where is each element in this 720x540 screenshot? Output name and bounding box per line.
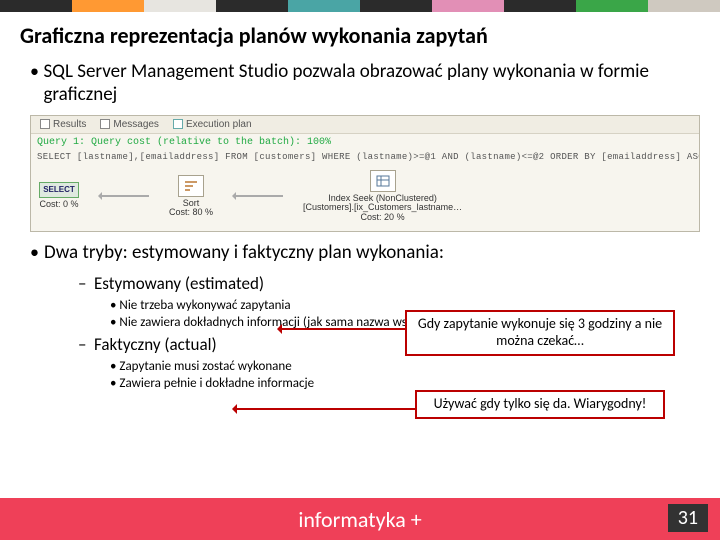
sub-actual-points: Zapytanie musi zostać wykonane Zawiera p… (78, 359, 700, 391)
callout-estimated: Gdy zapytanie wykonuje się 3 godziny a n… (405, 310, 675, 356)
arrow-red-icon (235, 408, 415, 410)
op-select: SELECT Cost: 0 % (39, 182, 79, 210)
callout-actual-text: Używać gdy tylko się da. Wiarygodny! (434, 395, 647, 412)
callout-estimated-text: Gdy zapytanie wykonuje się 3 godziny a n… (418, 315, 662, 349)
tab-messages-label: Messages (113, 119, 159, 130)
tab-plan-label: Execution plan (186, 119, 252, 130)
message-icon (100, 119, 110, 129)
arrow-icon (99, 195, 149, 197)
bullet-intro: • SQL Server Management Studio pozwala o… (30, 61, 700, 107)
tab-results-label: Results (53, 119, 86, 130)
op-select-cost: Cost: 0 % (39, 200, 78, 210)
select-icon: SELECT (39, 182, 79, 198)
sort-icon (178, 175, 204, 197)
arrow-red-icon (280, 328, 405, 330)
grid-icon (40, 119, 50, 129)
op-seek-cost: Cost: 20 % (361, 213, 405, 223)
sub-estimated: – Estymowany (estimated) (78, 273, 700, 294)
page-number: 31 (668, 504, 708, 532)
plan-icon (173, 119, 183, 129)
query-cost-line: Query 1: Query cost (relative to the bat… (31, 134, 699, 151)
tab-results: Results (35, 118, 91, 131)
query-sql: SELECT [lastname],[emailaddress] FROM [c… (31, 151, 699, 166)
ssms-screenshot: Results Messages Execution plan Query 1:… (30, 115, 700, 233)
bullet-intro-text: SQL Server Management Studio pozwala obr… (43, 61, 700, 107)
execution-plan-graph: SELECT Cost: 0 % Sort Cost: 80 % Index S… (31, 166, 699, 232)
sub-actual-label: Faktyczny (actual) (94, 334, 217, 355)
op-index-seek: Index Seek (NonClustered) [Customers].[i… (303, 170, 462, 224)
act-p1: Zapytanie musi zostać wykonane (110, 359, 700, 374)
op-sort-cost: Cost: 80 % (169, 208, 213, 218)
arrow-icon (233, 195, 283, 197)
op-sort: Sort Cost: 80 % (169, 175, 213, 219)
bullet-modes-text: Dwa tryby: estymowany i faktyczny plan w… (44, 242, 444, 265)
act-p2: Zawiera pełnie i dokładne informacje (110, 376, 700, 391)
tab-execution-plan: Execution plan (168, 118, 257, 131)
decorative-stripe (0, 0, 720, 12)
footer-brand: informatyka + (298, 506, 421, 533)
index-seek-icon (370, 170, 396, 192)
tab-messages: Messages (95, 118, 164, 131)
bullet-modes: • Dwa tryby: estymowany i faktyczny plan… (30, 242, 700, 265)
sub-estimated-label: Estymowany (estimated) (94, 273, 264, 294)
ssms-tabs: Results Messages Execution plan (31, 116, 699, 134)
callout-actual: Używać gdy tylko się da. Wiarygodny! (415, 390, 665, 419)
footer-bar: informatyka + (0, 498, 720, 540)
slide-title: Graficzna reprezentacja planów wykonania… (0, 12, 720, 57)
